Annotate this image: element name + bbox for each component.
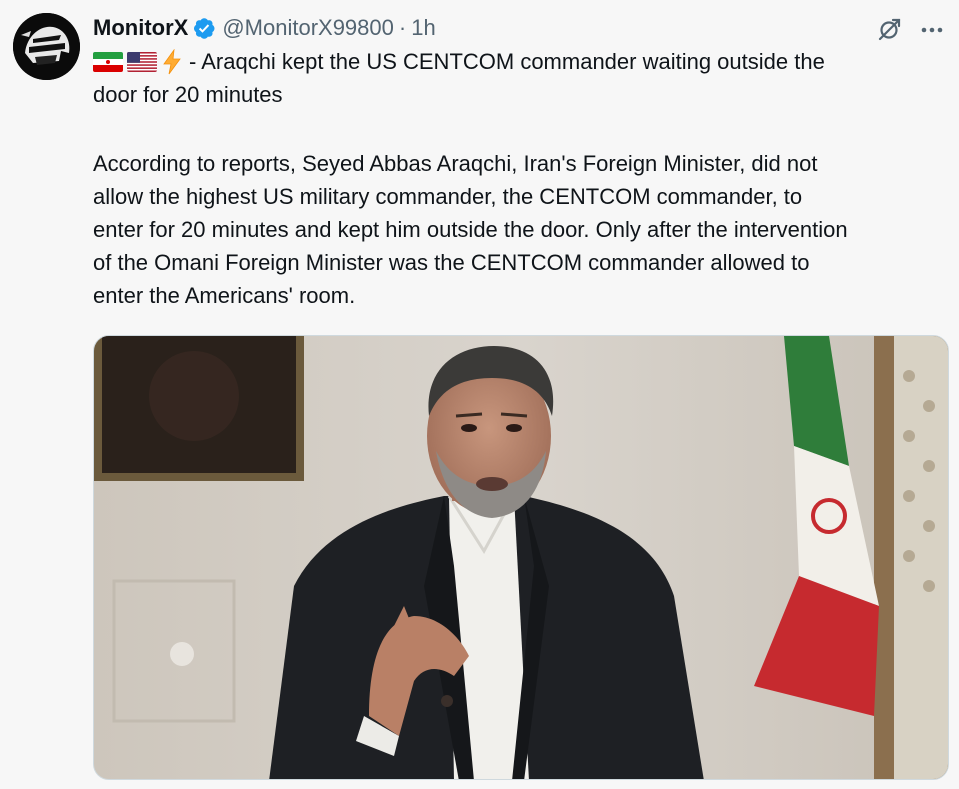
avatar-image: [13, 13, 80, 80]
us-flag-icon: [127, 52, 157, 72]
body-line: enter for 20 minutes and kept him outsid…: [93, 217, 848, 242]
body-line: According to reports, Seyed Abbas Araqch…: [93, 151, 818, 176]
tweet[interactable]: MonitorX @MonitorX99800 · 1h - Araqchi k…: [0, 0, 959, 789]
headline-emojis: [93, 49, 187, 75]
body-line: allow the highest US military commander,…: [93, 184, 803, 209]
avatar[interactable]: [13, 13, 80, 80]
more-options-icon[interactable]: [918, 16, 946, 44]
tweet-text: - Araqchi kept the US CENTCOM commander …: [93, 45, 953, 312]
photo-image: [94, 336, 948, 779]
tweet-photo[interactable]: [93, 335, 949, 780]
display-name[interactable]: MonitorX: [93, 13, 188, 43]
timestamp[interactable]: 1h: [411, 13, 435, 43]
lightning-bolt-icon: [161, 49, 183, 75]
grok-icon[interactable]: [875, 16, 903, 44]
headline-line: - Araqchi kept the US CENTCOM commander …: [93, 45, 953, 78]
body-line: of the Omani Foreign Minister was the CE…: [93, 250, 810, 275]
user-handle[interactable]: @MonitorX99800: [222, 13, 394, 43]
iran-flag-icon: [93, 52, 123, 72]
verified-badge-icon: [192, 16, 216, 40]
tweet-header: MonitorX @MonitorX99800 · 1h: [93, 12, 436, 44]
separator-dot: ·: [398, 15, 407, 40]
headline-text-2: door for 20 minutes: [93, 82, 283, 107]
body-line: enter the Americans' room.: [93, 283, 356, 308]
headline-text-1: - Araqchi kept the US CENTCOM commander …: [189, 49, 825, 74]
